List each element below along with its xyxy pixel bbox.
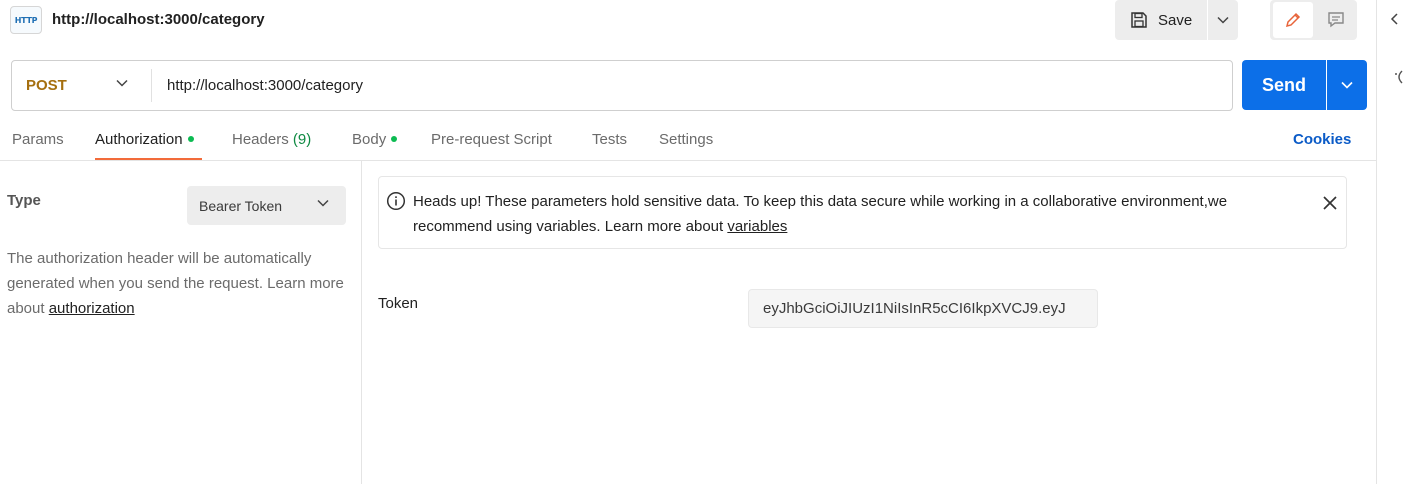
code-snippet-icon[interactable] bbox=[1394, 68, 1404, 86]
chevron-down-icon bbox=[317, 199, 329, 207]
info-icon bbox=[386, 191, 406, 211]
auth-panel-divider bbox=[361, 161, 362, 484]
save-options-button[interactable] bbox=[1208, 0, 1238, 40]
save-label: Save bbox=[1158, 11, 1193, 29]
method-label: POST bbox=[26, 77, 67, 94]
variables-link[interactable]: variables bbox=[727, 218, 787, 235]
tab-params-label: Params bbox=[12, 131, 64, 148]
tab-body-label: Body bbox=[352, 131, 387, 148]
tab-headers-label: Headers bbox=[232, 131, 289, 148]
tab-tests[interactable]: Tests bbox=[592, 131, 627, 148]
comment-icon bbox=[1328, 12, 1344, 28]
http-icon-text: HTTP bbox=[14, 15, 38, 25]
comments-mode-button[interactable] bbox=[1317, 2, 1355, 38]
alert-message: Heads up! These parameters hold sensitiv… bbox=[413, 189, 1303, 239]
token-label: Token bbox=[378, 295, 419, 312]
tab-settings-label: Settings bbox=[659, 131, 714, 148]
close-icon[interactable] bbox=[1322, 195, 1338, 211]
url-input[interactable]: http://localhost:3000/category bbox=[167, 77, 363, 94]
tab-pre-request-label: Pre-request Script bbox=[431, 131, 552, 148]
sensitive-data-alert: Heads up! These parameters hold sensitiv… bbox=[378, 176, 1347, 249]
cookies-link[interactable]: Cookies bbox=[1293, 131, 1351, 148]
mode-toggle bbox=[1270, 0, 1357, 40]
tab-authorization[interactable]: Authorization bbox=[95, 131, 194, 148]
request-title[interactable]: http://localhost:3000/category bbox=[52, 11, 265, 28]
request-header: HTTP http://localhost:3000/category Save bbox=[0, 0, 1376, 42]
method-select[interactable]: POST bbox=[12, 61, 152, 110]
edit-mode-button[interactable] bbox=[1273, 2, 1313, 38]
url-bar: POST http://localhost:3000/category bbox=[11, 60, 1233, 111]
chevron-down-icon bbox=[1341, 81, 1353, 89]
auth-type-select[interactable]: Bearer Token bbox=[187, 186, 346, 225]
auth-type-label: Type bbox=[7, 192, 41, 209]
chevron-down-icon bbox=[116, 79, 128, 87]
pencil-icon bbox=[1285, 12, 1301, 28]
save-button[interactable]: Save bbox=[1115, 0, 1207, 40]
request-tabs: Params Authorization Headers (9) Body Pr… bbox=[0, 124, 1376, 161]
right-panel-divider bbox=[1376, 0, 1377, 484]
tab-tests-label: Tests bbox=[592, 131, 628, 148]
active-tab-underline bbox=[95, 158, 202, 160]
token-value: eyJhbGciOiJIUzI1NiIsInR5cCI6IkpXVCJ9.eyJ bbox=[763, 300, 1066, 317]
alert-text: Heads up! These parameters hold sensitiv… bbox=[413, 193, 1228, 235]
send-options-button[interactable] bbox=[1327, 60, 1367, 110]
url-separator bbox=[151, 69, 152, 102]
tab-settings[interactable]: Settings bbox=[659, 131, 713, 148]
indicator-dot bbox=[391, 135, 398, 142]
auth-type-value: Bearer Token bbox=[199, 197, 283, 214]
send-button[interactable]: Send bbox=[1242, 60, 1326, 110]
tab-pre-request-script[interactable]: Pre-request Script bbox=[431, 131, 552, 148]
tab-body[interactable]: Body bbox=[352, 131, 398, 148]
auth-description: The authorization header will be automat… bbox=[7, 246, 347, 321]
authorization-link[interactable]: authorization bbox=[49, 300, 135, 317]
tab-authorization-label: Authorization bbox=[95, 131, 183, 148]
token-input[interactable]: eyJhbGciOiJIUzI1NiIsInR5cCI6IkpXVCJ9.eyJ bbox=[748, 289, 1098, 328]
http-request-icon: HTTP bbox=[10, 6, 42, 34]
save-icon bbox=[1131, 12, 1147, 28]
chevron-left-icon[interactable] bbox=[1390, 12, 1400, 26]
tab-headers[interactable]: Headers (9) bbox=[232, 131, 311, 148]
headers-count: (9) bbox=[292, 131, 312, 148]
chevron-down-icon bbox=[1217, 16, 1229, 24]
indicator-dot bbox=[187, 135, 194, 142]
tab-params[interactable]: Params bbox=[12, 131, 64, 148]
